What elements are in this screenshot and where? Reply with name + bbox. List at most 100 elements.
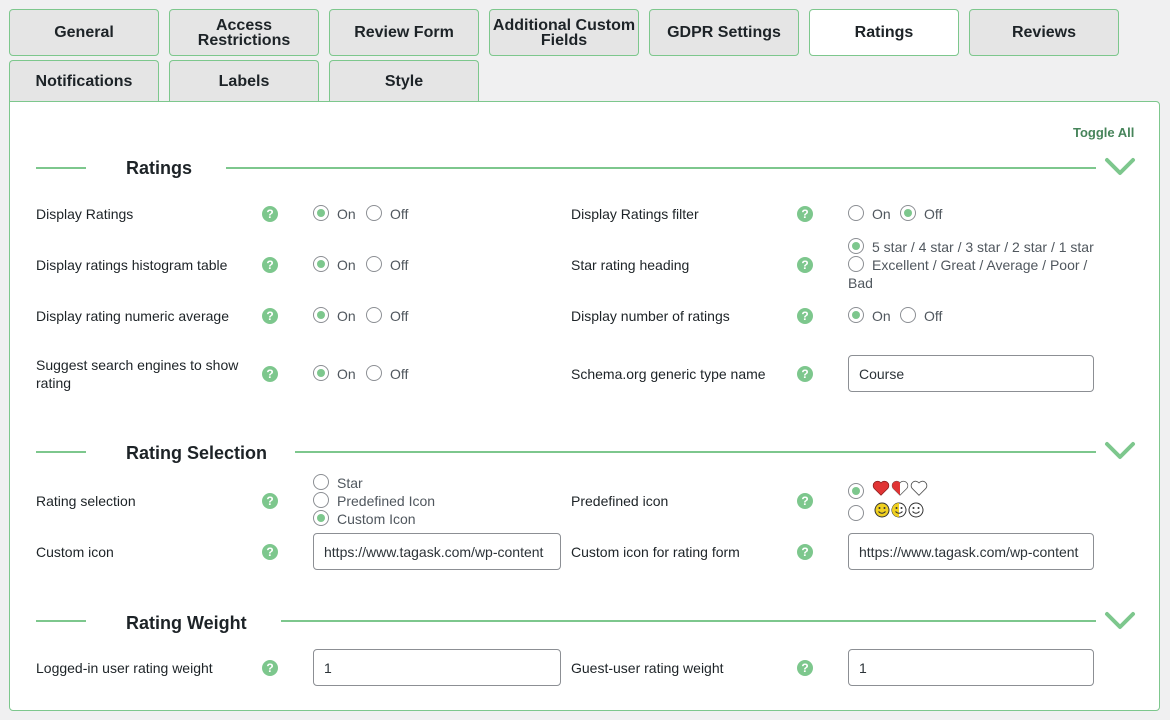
help-icon[interactable]: ? [262,257,278,273]
heart-half-icon [891,480,909,496]
tab-label: Ratings [854,24,914,41]
logged-in-weight-input[interactable] [313,649,561,686]
help-icon[interactable]: ? [797,493,813,509]
radio-label-on: On [337,308,356,324]
schema-type-input[interactable] [848,355,1094,392]
radio-label-off: Off [390,366,409,382]
display-ratings-filter-on-radio[interactable] [848,205,864,221]
settings-tabs: General Access Restrictions Review Form … [0,0,1170,102]
tab-access-restrictions[interactable]: Access Restrictions [169,9,319,56]
help-icon[interactable]: ? [797,660,813,676]
tab-label: GDPR Settings [667,24,781,41]
star-heading-numeric-radio[interactable] [848,238,864,254]
smiley-set-icon [874,502,924,518]
rating-selection-option-star: Star [337,475,363,491]
suggest-search-label: Suggest search engines to show [36,357,239,373]
help-icon[interactable]: ? [797,544,813,560]
heart-set-icon [872,480,928,496]
histogram-off-radio[interactable] [366,256,382,272]
radio-label-off: Off [390,257,409,273]
tab-style[interactable]: Style [329,60,479,102]
tab-labels[interactable]: Labels [169,60,319,102]
suggest-search-on-radio[interactable] [313,365,329,381]
help-icon[interactable]: ? [262,206,278,222]
rating-selection-option-custom: Custom Icon [337,511,416,527]
help-icon[interactable]: ? [262,308,278,324]
tab-label: Style [384,73,424,90]
tab-notifications[interactable]: Notifications [9,60,159,102]
number-of-ratings-label: Display number of ratings [571,308,730,324]
tab-label: Additional Custom Fields [492,16,636,49]
section-title-ratings: Ratings [126,158,193,178]
numeric-average-on-radio[interactable] [313,307,329,323]
tab-gdpr-settings[interactable]: GDPR Settings [649,9,799,56]
rating-selection-star-radio[interactable] [313,474,329,490]
heart-full-icon [872,480,890,496]
display-ratings-filter-off-radio[interactable] [900,205,916,221]
custom-icon-form-label: Custom icon for rating form [571,544,740,560]
help-icon[interactable]: ? [262,493,278,509]
numeric-average-label: Display rating numeric average [36,308,229,324]
histogram-on-radio[interactable] [313,256,329,272]
smiley-half-icon [891,502,907,518]
toggle-all-link[interactable]: Toggle All [1073,125,1134,140]
smiley-empty-icon [908,502,924,518]
predefined-icon-smileys-radio[interactable] [848,505,864,521]
custom-icon-form-input[interactable] [848,533,1094,570]
radio-label-on: On [337,257,356,273]
display-ratings-label: Display Ratings [36,206,134,222]
help-icon[interactable]: ? [797,366,813,382]
rating-selection-custom-radio[interactable] [313,510,329,526]
tab-label: Labels [218,73,270,90]
section-divider [36,167,86,169]
help-icon[interactable]: ? [797,257,813,273]
display-ratings-off-radio[interactable] [366,205,382,221]
section-divider [281,620,1096,622]
star-heading-option-numeric: 5 star / 4 star / 3 star / 2 star / 1 st… [872,239,1094,255]
radio-label-on: On [337,366,356,382]
chevron-down-icon[interactable] [1104,610,1136,632]
tab-review-form[interactable]: Review Form [329,9,479,56]
radio-label-on: On [337,206,356,222]
star-heading-label: Star rating heading [571,257,690,273]
histogram-label: Display ratings histogram table [36,257,228,273]
display-ratings-filter-label: Display Ratings filter [571,206,699,222]
radio-label-off: Off [924,308,943,324]
radio-label-on: On [872,308,891,324]
section-divider [36,451,86,453]
rating-selection-option-predefined: Predefined Icon [337,493,436,509]
tab-ratings[interactable]: Ratings [809,9,959,56]
tab-additional-custom-fields[interactable]: Additional Custom Fields [489,9,639,56]
help-icon[interactable]: ? [262,544,278,560]
logged-in-weight-label: Logged-in user rating weight [36,660,213,676]
schema-type-label: Schema.org generic type name [571,366,766,382]
guest-weight-label: Guest-user rating weight [571,660,724,676]
predefined-icon-label: Predefined icon [571,493,669,509]
chevron-down-icon[interactable] [1104,440,1136,462]
radio-label-off: Off [924,206,943,222]
radio-label-off: Off [390,308,409,324]
tab-general[interactable]: General [9,9,159,56]
rating-selection-predefined-radio[interactable] [313,492,329,508]
help-icon[interactable]: ? [797,308,813,324]
help-icon[interactable]: ? [262,660,278,676]
radio-label-off: Off [390,206,409,222]
star-heading-words-radio[interactable] [848,256,864,272]
chevron-down-icon[interactable] [1104,156,1136,178]
custom-icon-label: Custom icon [36,544,114,560]
custom-icon-input[interactable] [313,533,561,570]
number-of-ratings-on-radio[interactable] [848,307,864,323]
guest-weight-input[interactable] [848,649,1094,686]
help-icon[interactable]: ? [262,366,278,382]
predefined-icon-hearts-radio[interactable] [848,483,864,499]
display-ratings-on-radio[interactable] [313,205,329,221]
tab-label: General [54,24,114,41]
suggest-search-off-radio[interactable] [366,365,382,381]
smiley-full-icon [874,502,890,518]
number-of-ratings-off-radio[interactable] [900,307,916,323]
help-icon[interactable]: ? [797,206,813,222]
tab-label: Notifications [35,73,133,90]
numeric-average-off-radio[interactable] [366,307,382,323]
section-divider [295,451,1096,453]
tab-reviews[interactable]: Reviews [969,9,1119,56]
